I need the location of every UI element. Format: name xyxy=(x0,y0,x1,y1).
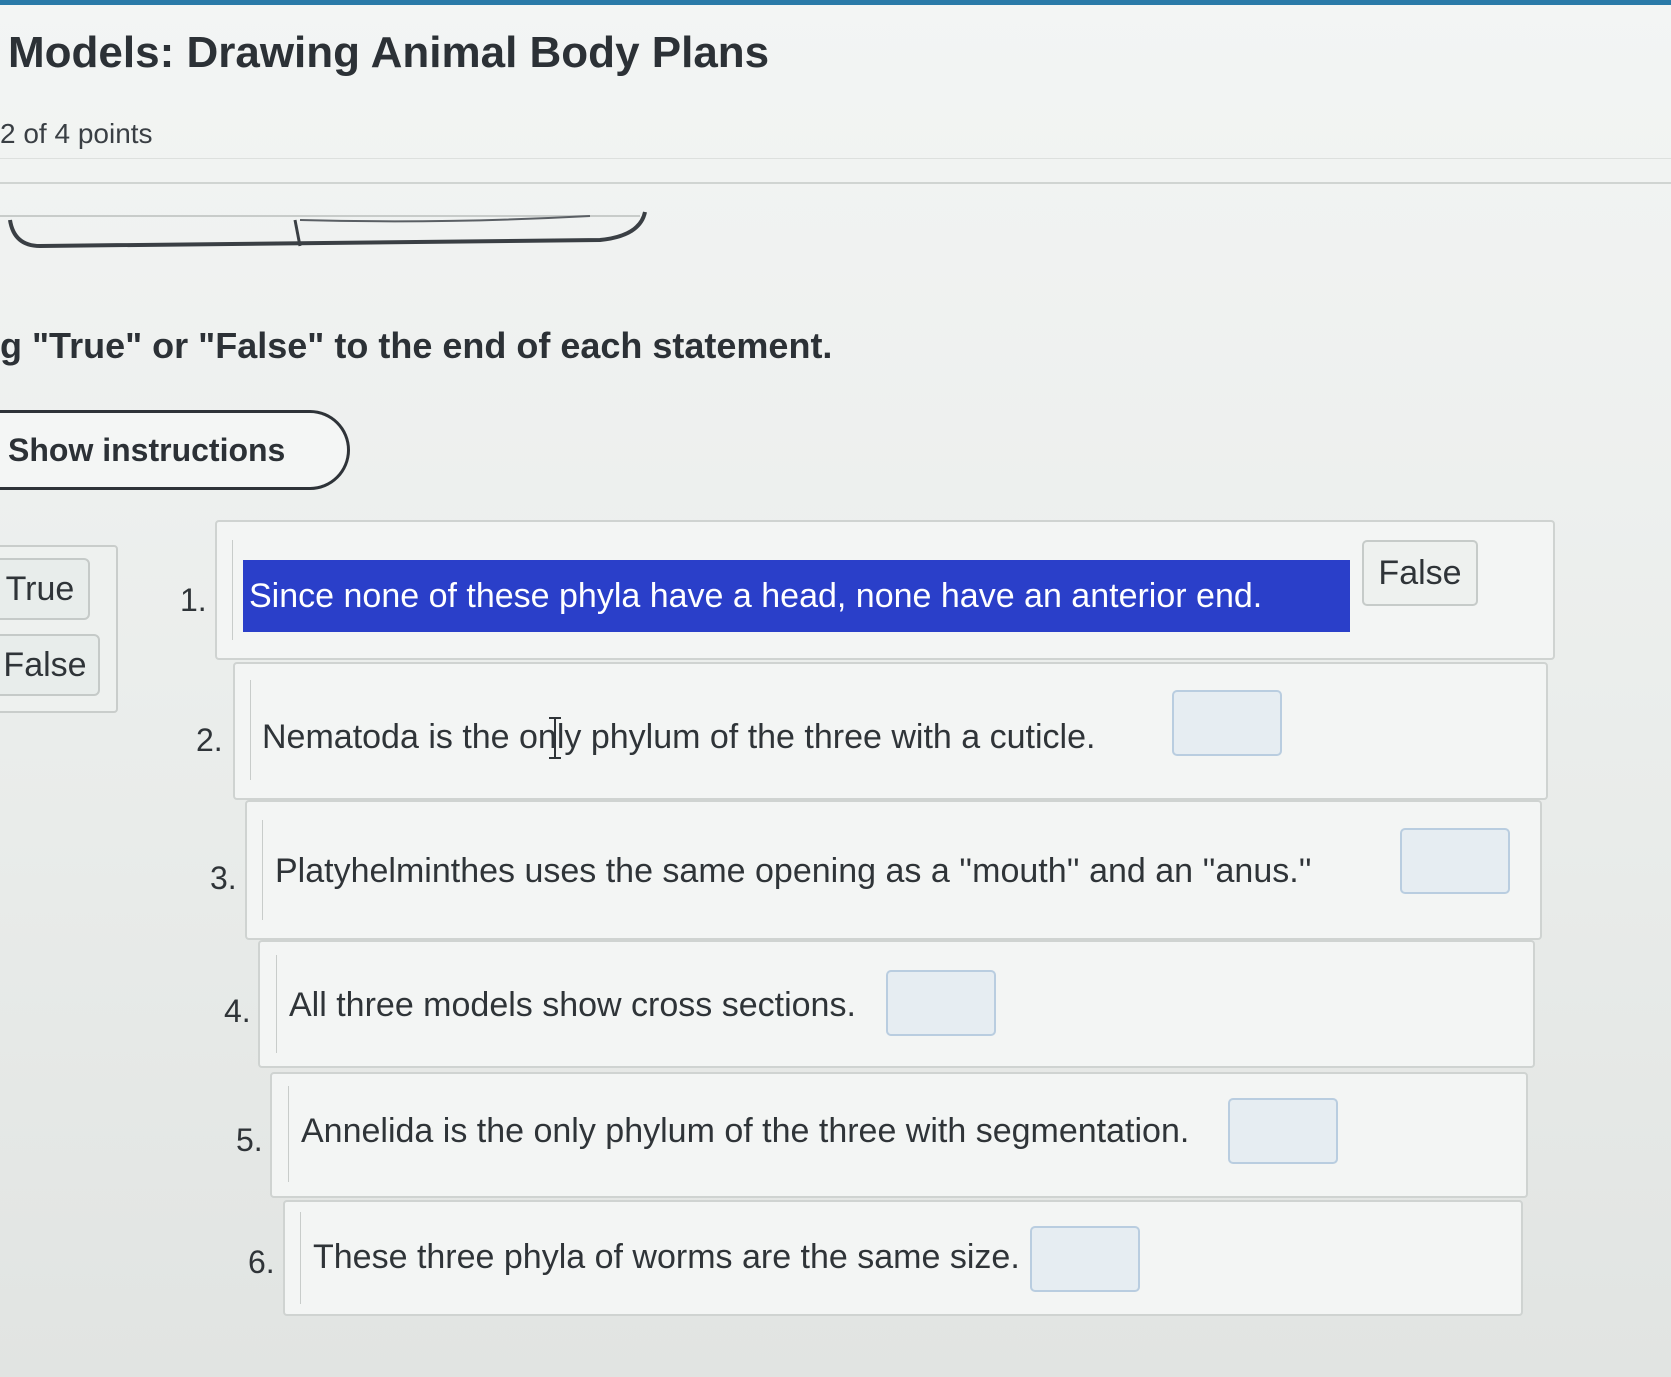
divider xyxy=(0,182,1671,184)
question-separator xyxy=(288,1086,289,1182)
question-number: 1. xyxy=(180,582,207,618)
question-separator xyxy=(300,1212,301,1304)
show-instructions-button[interactable]: Show instructions xyxy=(0,410,350,490)
question-text: Platyhelminthes uses the same opening as… xyxy=(275,852,1312,890)
answer-drop-target[interactable] xyxy=(1172,690,1282,756)
answer-drop-target[interactable] xyxy=(1030,1226,1140,1292)
question-text: Annelida is the only phylum of the three… xyxy=(301,1112,1190,1150)
question-number: 6. xyxy=(248,1244,275,1280)
question-number: 2. xyxy=(196,722,223,758)
answer-drop-target[interactable]: False xyxy=(1362,540,1478,606)
text-cursor-icon xyxy=(549,717,561,759)
word-bank-chip-true[interactable]: True xyxy=(0,558,90,620)
question-text: Since none of these phyla have a head, n… xyxy=(243,560,1350,632)
question-number: 5. xyxy=(236,1122,263,1158)
question-text: Nematoda is the only phylum of the three… xyxy=(262,718,1096,756)
progress-tab-strip xyxy=(0,211,647,249)
question-separator xyxy=(232,540,233,640)
question-separator xyxy=(276,955,277,1053)
page-title: Models: Drawing Animal Body Plans xyxy=(8,28,770,77)
activity-instruction: g "True" or "False" to the end of each s… xyxy=(0,325,833,366)
answer-drop-target[interactable] xyxy=(1228,1098,1338,1164)
points-score: 2 of 4 points xyxy=(0,118,153,149)
question-separator xyxy=(250,680,251,780)
question-number: 3. xyxy=(210,860,237,896)
question-separator xyxy=(262,820,263,920)
word-bank-chip-false[interactable]: False xyxy=(0,634,100,696)
question-number: 4. xyxy=(224,993,251,1029)
top-accent-bar xyxy=(0,0,1671,5)
question-text: All three models show cross sections. xyxy=(289,986,856,1024)
divider xyxy=(0,158,1671,159)
answer-drop-target[interactable] xyxy=(1400,828,1510,894)
answer-drop-target[interactable] xyxy=(886,970,996,1036)
question-text: These three phyla of worms are the same … xyxy=(313,1238,1020,1276)
